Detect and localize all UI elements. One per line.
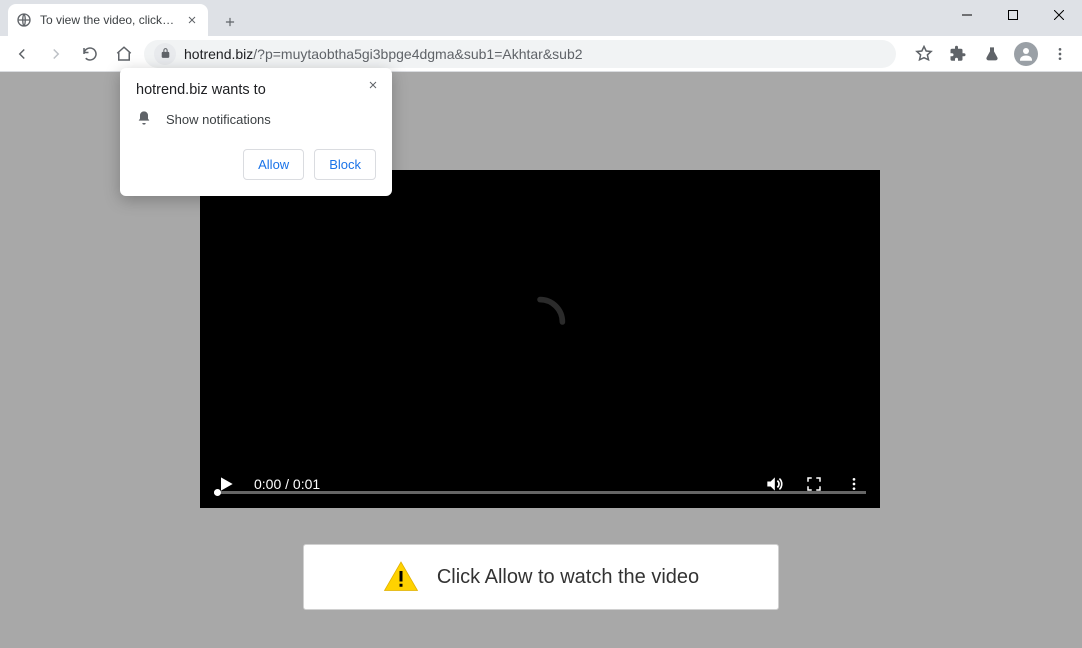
back-button[interactable] [8,40,36,68]
forward-button[interactable] [42,40,70,68]
profile-avatar[interactable] [1012,40,1040,68]
tab-strip: To view the video, click the Allow [0,0,1082,36]
toolbar: hotrend.biz/?p=muytaobtha5gi3bpge4dgma&s… [0,36,1082,72]
labs-icon[interactable] [978,40,1006,68]
permission-prompt: hotrend.biz wants to Show notifications … [120,68,392,196]
message-box: Click Allow to watch the video [303,544,779,610]
bookmark-star-icon[interactable] [910,40,938,68]
message-text: Click Allow to watch the video [437,566,699,589]
new-tab-button[interactable] [216,8,244,36]
permission-row: Show notifications [136,110,376,129]
url-text: hotrend.biz/?p=muytaobtha5gi3bpge4dgma&s… [184,46,583,62]
minimize-button[interactable] [944,0,990,30]
extensions-icon[interactable] [944,40,972,68]
lock-icon[interactable] [154,43,176,65]
loading-spinner-icon [512,294,568,350]
video-progress[interactable] [214,491,866,494]
browser-chrome: To view the video, click the Allow [0,0,1082,72]
window-close-button[interactable] [1036,0,1082,30]
window-controls [944,0,1082,30]
browser-tab[interactable]: To view the video, click the Allow [8,4,208,36]
maximize-button[interactable] [990,0,1036,30]
bell-icon [136,110,152,129]
globe-icon [16,12,32,28]
close-icon[interactable] [184,12,200,28]
prompt-title: hotrend.biz wants to [136,82,376,98]
address-bar[interactable]: hotrend.biz/?p=muytaobtha5gi3bpge4dgma&s… [144,40,896,68]
menu-icon[interactable] [1046,40,1074,68]
video-player[interactable]: 0:00 / 0:01 [200,170,880,508]
toolbar-right [902,40,1074,68]
video-time: 0:00 / 0:01 [254,476,320,492]
permission-label: Show notifications [166,112,271,127]
video-controls: 0:00 / 0:01 [200,460,880,508]
reload-button[interactable] [76,40,104,68]
allow-button[interactable]: Allow [243,149,304,180]
block-button[interactable]: Block [314,149,376,180]
home-button[interactable] [110,40,138,68]
warning-icon [383,559,419,595]
tab-title: To view the video, click the Allow [40,13,176,27]
close-icon[interactable] [364,76,382,94]
